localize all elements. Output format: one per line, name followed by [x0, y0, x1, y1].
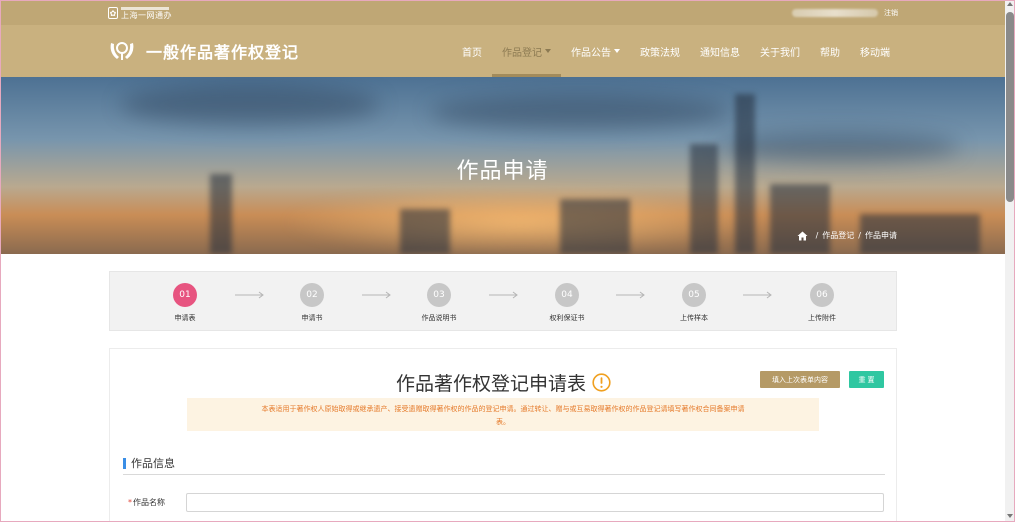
breadcrumb-item-registration[interactable]: 作品登记 [822, 230, 854, 241]
nav-help[interactable]: 帮助 [810, 25, 850, 77]
nav-home[interactable]: 首页 [452, 25, 492, 77]
breadcrumb-item-current: 作品申请 [865, 231, 897, 240]
breadcrumb-separator: / [858, 231, 861, 240]
nav-label: 作品公告 [571, 47, 611, 59]
reset-button[interactable]: 重 置 [849, 371, 884, 388]
fill-last-form-button[interactable]: 填入上次表单内容 [760, 371, 840, 388]
nav-work-announcement[interactable]: 作品公告 [561, 25, 630, 77]
step-application-letter: 02 申请书 [280, 283, 344, 323]
scroll-down-arrow-icon[interactable] [1007, 514, 1013, 518]
notice-text: 表。 [496, 418, 510, 426]
scrollbar-thumb[interactable] [1006, 12, 1014, 202]
step-number: 05 [682, 283, 706, 307]
work-name-input[interactable] [186, 493, 884, 512]
scroll-up-arrow-icon[interactable] [1007, 2, 1013, 6]
step-label: 上传样本 [680, 314, 708, 322]
arrow-right-icon [743, 291, 772, 299]
arrow-right-icon [489, 291, 518, 299]
hero-cloud [120, 85, 380, 125]
step-label: 作品说明书 [421, 314, 457, 322]
nav-label: 政策法规 [640, 47, 680, 59]
one-net-logo[interactable]: ✿ 上海一网通办 [108, 6, 172, 20]
progress-steps: 01 申请表 02 申请书 03 作品说明书 04 权利保证书 05 上传样本 … [109, 271, 897, 331]
nav-label: 关于我们 [760, 47, 800, 59]
nav-policy[interactable]: 政策法规 [630, 25, 690, 77]
warning-icon[interactable] [592, 373, 611, 392]
main-navbar: 一般作品著作权登记 首页 作品登记 作品公告 政策法规 通知信息 关于我们 帮助… [0, 25, 1005, 77]
step-work-description: 03 作品说明书 [407, 283, 471, 323]
nav-about[interactable]: 关于我们 [750, 25, 810, 77]
logo-subtext [121, 6, 169, 10]
step-application-form: 01 申请表 [153, 283, 217, 323]
step-upload-attachment: 06 上传附件 [790, 283, 854, 323]
nav-notices[interactable]: 通知信息 [690, 25, 750, 77]
form-title-text: 作品著作权登记申请表 [396, 373, 587, 395]
step-label: 申请表 [174, 314, 196, 322]
section-title-text: 作品信息 [131, 457, 175, 470]
nav-label: 作品登记 [502, 47, 542, 59]
notice-text: 本表适用于著作权人原始取得或继承遗产、接受遗赠取得著作权的作品的登记申请。通过转… [261, 405, 745, 413]
nav-label: 帮助 [820, 47, 840, 59]
breadcrumb-separator: / [815, 231, 819, 240]
logo-text: 上海一网通办 [121, 10, 172, 20]
nav-work-registration[interactable]: 作品登记 [492, 25, 561, 77]
nav-label: 首页 [462, 47, 482, 59]
brand-logo-icon [110, 42, 134, 60]
chevron-down-icon [545, 49, 551, 53]
user-name-redacted [792, 9, 878, 17]
brand[interactable]: 一般作品著作权登记 [108, 39, 299, 63]
step-number: 03 [427, 283, 451, 307]
hero-cloud [430, 95, 730, 130]
section-divider [123, 474, 885, 475]
nav-mobile[interactable]: 移动端 [850, 25, 900, 77]
site-title: 一般作品著作权登记 [146, 43, 300, 62]
hero-glow [280, 187, 760, 254]
arrow-right-icon [616, 291, 645, 299]
form-notice: 本表适用于著作权人原始取得或继承遗产、接受遗赠取得著作权的作品的登记申请。通过转… [187, 398, 819, 431]
work-name-label: *作品名称 [128, 497, 165, 508]
step-number: 02 [300, 283, 324, 307]
step-number: 04 [555, 283, 579, 307]
home-icon[interactable] [797, 231, 808, 241]
step-upload-sample: 05 上传样本 [662, 283, 726, 323]
section-title-work-info: 作品信息 [123, 455, 175, 471]
chevron-down-icon [614, 49, 620, 53]
hero-banner: 作品申请 / 作品登记 / 作品申请 [0, 77, 1005, 254]
field-label-text: 作品名称 [133, 498, 165, 507]
emblem-icon: ✿ [108, 7, 118, 19]
logout-link[interactable]: 注销 [884, 8, 898, 18]
section-accent-bar [123, 457, 126, 469]
step-label: 权利保证书 [549, 314, 585, 322]
arrow-right-icon [235, 291, 264, 299]
page-title: 作品申请 [456, 159, 549, 184]
hero-building [560, 199, 630, 254]
step-label: 申请书 [301, 314, 323, 322]
required-marker: * [128, 498, 132, 507]
application-form-card: 作品著作权登记申请表 填入上次表单内容 重 置 本表适用于著作权人原始取得或继承… [109, 348, 897, 522]
step-number: 01 [173, 283, 197, 307]
step-number: 06 [810, 283, 834, 307]
main-nav: 首页 作品登记 作品公告 政策法规 通知信息 关于我们 帮助 移动端 [452, 25, 900, 77]
form-title: 作品著作权登记申请表 [396, 369, 611, 396]
step-label: 上传附件 [808, 314, 836, 322]
breadcrumb: / 作品登记 / 作品申请 [797, 230, 897, 241]
hero-building [210, 174, 232, 254]
nav-label: 通知信息 [700, 47, 740, 59]
hero-building [400, 209, 450, 254]
step-rights-guarantee: 04 权利保证书 [535, 283, 599, 323]
hero-building [770, 184, 830, 254]
arrow-right-icon [362, 291, 391, 299]
nav-label: 移动端 [860, 47, 890, 59]
